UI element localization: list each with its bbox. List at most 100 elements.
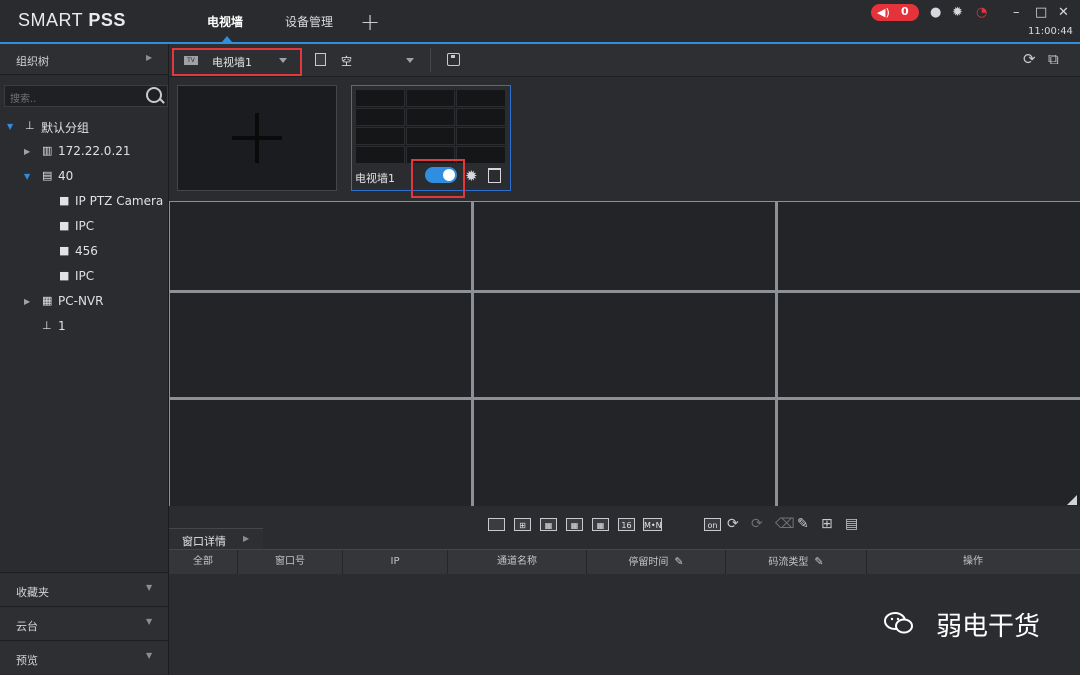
camera-icon: ■ <box>59 244 70 257</box>
clipboard-icon <box>315 53 326 66</box>
column-header-ip[interactable]: IP <box>343 550 448 574</box>
window-detail-tab[interactable]: 窗口详情 ▶ <box>169 528 263 549</box>
active-tab-indicator <box>222 36 232 42</box>
column-header-operation[interactable]: 操作 <box>867 550 1079 574</box>
layout-mn-button[interactable]: M•N <box>643 518 662 531</box>
minimize-icon[interactable]: – <box>1013 5 1020 20</box>
tree-item-label: 40 <box>58 169 74 183</box>
org-tree-header[interactable]: 组织树 ▶ <box>0 44 168 75</box>
layout-9-icon[interactable]: ▦ <box>592 518 609 531</box>
wall-screen-cell[interactable] <box>170 202 471 290</box>
wall-settings-gear-icon[interactable]: ✹ <box>465 167 478 185</box>
chevron-right-icon: ▶ <box>146 53 153 62</box>
delete-icon[interactable]: ⌫ <box>775 516 795 532</box>
layout-16-button[interactable]: 16 <box>618 518 635 531</box>
camera-icon: ■ <box>59 219 70 232</box>
panel-label: 云台 <box>16 620 38 633</box>
gauge-icon[interactable]: ◔ <box>976 5 987 20</box>
column-header-all[interactable]: 全部 <box>169 550 238 574</box>
gear-icon[interactable]: ✹ <box>952 5 963 20</box>
wall-screen-cell[interactable] <box>474 293 775 397</box>
wall-screen-cell[interactable] <box>474 400 775 506</box>
tree-item-label: 456 <box>75 244 98 258</box>
maximize-icon[interactable]: □ <box>1035 5 1047 20</box>
device-icon: ▥ <box>42 144 53 157</box>
tree-item-label: IPC <box>75 219 95 233</box>
tv-wall-select[interactable]: TV 电视墙1 <box>172 48 302 76</box>
wall-delete-trash-icon[interactable] <box>488 168 501 183</box>
expand-arrow-icon[interactable]: ▼ <box>7 122 13 131</box>
tv-wall-select-value: 电视墙1 <box>212 56 252 69</box>
layout-4-icon[interactable]: ⊞ <box>514 518 531 531</box>
layout-6-icon[interactable]: ▦ <box>540 518 557 531</box>
column-header-channel-name[interactable]: 通道名称 <box>448 550 587 574</box>
add-wall-button[interactable] <box>177 85 337 191</box>
resize-handle-icon[interactable] <box>1067 495 1077 505</box>
wall-thumbnail <box>355 89 506 164</box>
tree-item-label: 172.22.0.21 <box>58 144 131 158</box>
panel-favorites[interactable]: 收藏夹 ▼ <box>0 572 168 606</box>
org-tree-title: 组织树 <box>16 55 49 68</box>
refresh-icon[interactable]: ⟳ <box>727 516 739 532</box>
plan-select[interactable]: 空 <box>341 53 352 69</box>
add-tab-button[interactable]: + <box>360 8 380 36</box>
collapse-arrow-icon[interactable]: ▶ <box>24 147 30 156</box>
loop-icon[interactable]: ⟳ <box>751 516 763 532</box>
column-header-stay-time[interactable]: 停留时间 ✎ <box>587 550 726 574</box>
wall-screen-cell[interactable] <box>170 293 471 397</box>
search-icon[interactable] <box>146 87 162 103</box>
panel-label: 预览 <box>16 654 38 667</box>
camera-icon: ■ <box>59 194 70 207</box>
layout-switch-icon[interactable]: ⧉ <box>1048 50 1059 68</box>
user-icon[interactable]: ● <box>930 5 941 20</box>
top-bar: SMART PSS 电视墙 设备管理 + ◀) 0 ● ✹ ◔ – □ ✕ 11… <box>0 0 1080 44</box>
layout-1-icon[interactable] <box>488 518 505 531</box>
layout-toolbar: ⊞ ▦ ▦ ▦ 16 M•N on ⟳ ⟳ ⌫ ✎ ⊞ ▤ <box>169 507 1080 547</box>
tv-wall-grid <box>169 201 1080 506</box>
wall-screen-cell[interactable] <box>778 400 1080 506</box>
alarm-count: 0 <box>901 5 909 18</box>
wall-toolbar: TV 电视墙1 空 ⟳ ⧉ <box>169 44 1080 77</box>
panel-label: 收藏夹 <box>16 586 49 599</box>
alarm-badge[interactable]: ◀) 0 <box>871 4 919 21</box>
tab-device-management[interactable]: 设备管理 <box>285 13 333 30</box>
expand-arrow-icon[interactable]: ▼ <box>24 172 30 181</box>
clear-brush-icon[interactable]: ✎ <box>797 516 809 532</box>
column-label: 码流类型 <box>768 557 809 568</box>
tree-item-label: PC-NVR <box>58 294 104 308</box>
wall-card-name: 电视墙1 <box>355 172 395 185</box>
tab-tv-wall[interactable]: 电视墙 <box>207 13 243 30</box>
dropdown-arrow-icon[interactable] <box>406 58 414 63</box>
edit-pencil-icon[interactable]: ✎ <box>674 555 683 568</box>
close-icon[interactable]: ✕ <box>1058 5 1069 20</box>
panel-preview[interactable]: 预览 ▼ <box>0 640 168 674</box>
wall-screen-cell[interactable] <box>778 202 1080 290</box>
wall-screen-cell[interactable] <box>474 202 775 290</box>
tab-label: 窗口详情 <box>182 535 226 548</box>
save-icon[interactable] <box>447 53 460 66</box>
grid-view-icon[interactable]: ⊞ <box>821 516 833 532</box>
speaker-icon: ◀) <box>877 6 890 19</box>
watermark-text: 弱电干货 <box>936 612 1041 642</box>
detail-table-header: 全部 窗口号 IP 通道名称 停留时间 ✎ 码流类型 ✎ 操作 <box>169 549 1080 575</box>
column-header-window-no[interactable]: 窗口号 <box>238 550 343 574</box>
collapse-arrow-icon[interactable]: ▶ <box>24 297 30 306</box>
app-logo: SMART PSS <box>18 10 126 30</box>
wall-screen-cell[interactable] <box>170 400 471 506</box>
tree-item-label: 默认分组 <box>41 121 90 135</box>
screen-on-button[interactable]: on <box>704 518 721 531</box>
wechat-logo-icon <box>884 612 913 634</box>
edit-pencil-icon[interactable]: ✎ <box>814 555 823 568</box>
tree-item-label: IP PTZ Camera <box>75 194 164 208</box>
column-label: 停留时间 <box>628 557 669 568</box>
wall-enable-toggle[interactable] <box>425 167 457 183</box>
layout-8-icon[interactable]: ▦ <box>566 518 583 531</box>
refresh-settings-icon[interactable]: ⟳ <box>1023 50 1036 68</box>
dropdown-arrow-icon <box>279 58 287 63</box>
panel-ptz[interactable]: 云台 ▼ <box>0 606 168 640</box>
column-header-stream-type[interactable]: 码流类型 ✎ <box>726 550 867 574</box>
wall-screen-cell[interactable] <box>778 293 1080 397</box>
window-list-icon[interactable]: ▤ <box>845 516 858 532</box>
chevron-down-icon: ▼ <box>146 617 153 626</box>
search-placeholder: 搜索.. <box>10 94 37 105</box>
